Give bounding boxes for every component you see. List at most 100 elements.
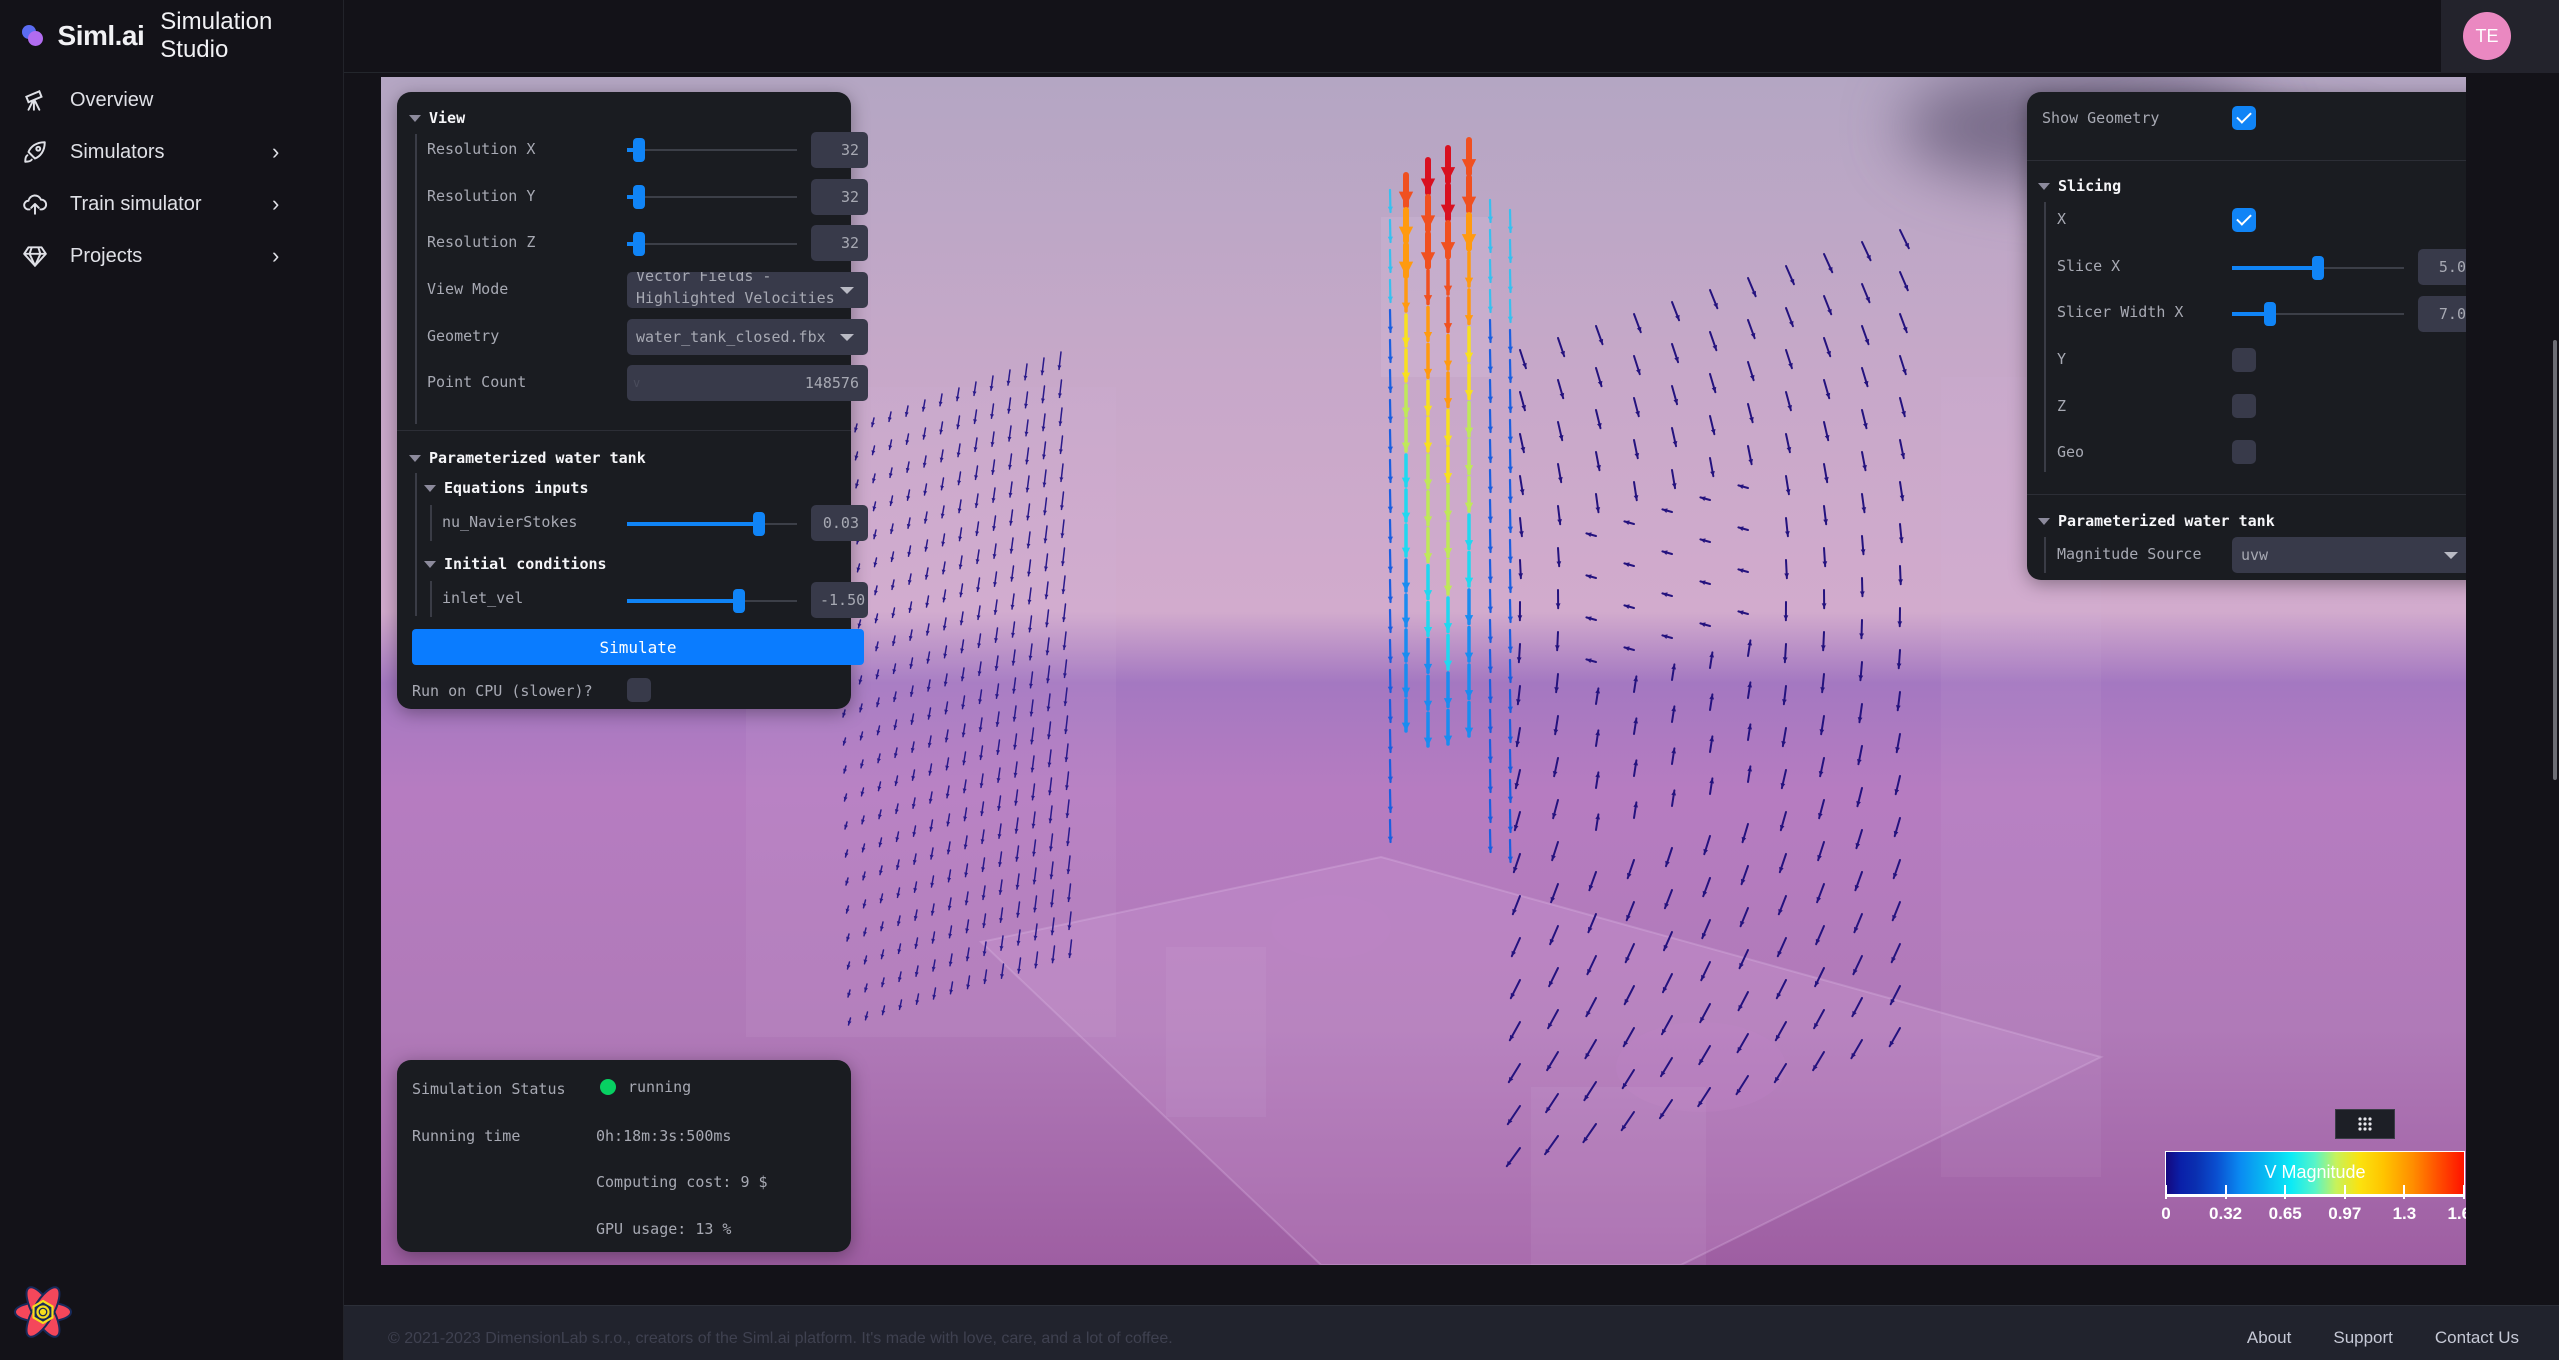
colorbar-tick-label: 0.97 (2328, 1204, 2362, 1223)
velocity-arrowhead (1507, 856, 1514, 862)
grid-dots-icon (2358, 1117, 2372, 1131)
resolution-z-input[interactable]: 32 (811, 225, 868, 261)
colorbar-tick-label: 1.63 (2447, 1204, 2466, 1223)
resolution-y-slider[interactable] (627, 185, 797, 209)
slider-handle[interactable] (753, 512, 765, 536)
sidebar-item-train-simulator[interactable]: Train simulator › (0, 178, 344, 230)
avatar[interactable]: TE (2463, 12, 2511, 60)
velocity-arrowhead (1892, 872, 1898, 879)
subsection-guide-line (430, 505, 432, 541)
slice-y-checkbox[interactable] (2232, 348, 2256, 372)
slider-handle[interactable] (733, 589, 745, 613)
brand[interactable]: Siml.ai Simulation Studio (22, 8, 343, 63)
velocity-arrowhead (1487, 576, 1494, 582)
velocity-arrowhead (1507, 586, 1514, 592)
velocity-arrowhead (1464, 465, 1474, 474)
section-param-header[interactable]: Parameterized water tank (2038, 512, 2275, 530)
slider-handle[interactable] (633, 185, 645, 209)
velocity-arrowhead (1464, 540, 1474, 549)
slider-handle[interactable] (2264, 302, 2276, 326)
velocity-arrowhead (1560, 350, 1565, 357)
resolution-y-input[interactable]: 32 (811, 179, 868, 215)
velocity-arrowhead (1898, 579, 1903, 585)
velocity-arrowhead (1487, 486, 1494, 492)
slice-x-input[interactable]: 5.0 (2418, 249, 2466, 285)
cloud-upload-icon (20, 189, 50, 219)
section-guide-line (415, 134, 417, 424)
running-time-label: Running time (412, 1127, 521, 1145)
velocity-arrowhead (1423, 405, 1433, 415)
section-slicing-header[interactable]: Slicing (2038, 177, 2121, 195)
velocity-arrowhead (1507, 736, 1514, 742)
react-logo-icon[interactable] (12, 1285, 74, 1339)
slider-handle[interactable] (633, 232, 645, 256)
velocity-arrowhead (1387, 776, 1394, 782)
velocity-arrowhead (1858, 675, 1864, 681)
resolution-x-slider[interactable] (627, 138, 797, 162)
velocity-arrowhead (1507, 706, 1514, 712)
magnitude-source-label: Magnitude Source (2057, 545, 2202, 563)
slice-x-slider[interactable] (2232, 256, 2404, 280)
nu-navierstokes-input[interactable]: 0.03 (811, 505, 868, 541)
inlet-vel-slider[interactable] (627, 589, 797, 613)
status-dot-icon (600, 1079, 616, 1095)
velocity-arrowhead (1626, 872, 1632, 879)
resolution-z-slider[interactable] (627, 232, 797, 256)
show-geometry-checkbox[interactable] (2232, 106, 2256, 130)
slice-z-checkbox[interactable] (2232, 394, 2256, 418)
user-menu[interactable]: TE (2441, 0, 2559, 73)
dropdown-caret-icon (2444, 552, 2458, 559)
sidebar-item-projects[interactable]: Projects › (0, 230, 344, 282)
sidebar-item-overview[interactable]: Overview (0, 74, 344, 126)
page-scrollbar[interactable] (2553, 340, 2557, 780)
legend-toggle-button[interactable] (2335, 1109, 2395, 1139)
velocity-arrowhead (1443, 510, 1453, 519)
simulation-viewport[interactable]: View Resolution X 32 Resolution Y 32 Res… (381, 77, 2466, 1265)
view-mode-label: View Mode (427, 280, 509, 298)
velocity-arrowhead (1461, 196, 1477, 211)
inlet-column (1381, 217, 1491, 377)
inlet-vel-input[interactable]: -1.50 (811, 582, 868, 618)
siml-logo-icon (22, 25, 44, 47)
velocity-arrowhead (1898, 537, 1904, 543)
velocity-arrowhead (1897, 621, 1903, 627)
section-view-header[interactable]: View (409, 109, 465, 127)
velocity-arrowhead (1387, 596, 1394, 602)
section-guide-line (2044, 202, 2046, 472)
velocity-arrowhead (1507, 766, 1514, 772)
slice-x-checkbox[interactable] (2232, 208, 2256, 232)
slice-x-label: Slice X (2057, 257, 2121, 275)
slider-handle[interactable] (633, 138, 645, 162)
velocity-arrowhead (1487, 636, 1494, 642)
slider-handle[interactable] (2312, 256, 2324, 280)
velocity-arrowhead (1822, 561, 1828, 567)
velocity-arrowhead (1423, 516, 1433, 525)
footer-link-support[interactable]: Support (2333, 1328, 2393, 1348)
slicer-width-x-slider[interactable] (2232, 302, 2404, 326)
nu-navierstokes-slider[interactable] (627, 512, 797, 536)
view-mode-select[interactable]: Vector Fields - Highlighted Velocities (627, 272, 868, 308)
subsection-initial-header[interactable]: Initial conditions (424, 555, 607, 573)
simulate-button[interactable]: Simulate (412, 629, 864, 665)
nu-navierstokes-label: nu_NavierStokes (442, 513, 578, 531)
subsection-equations-header[interactable]: Equations inputs (424, 479, 589, 497)
magnitude-source-select[interactable]: uvw (2232, 537, 2466, 573)
slice-geo-checkbox[interactable] (2232, 440, 2256, 464)
point-count-field: v 148576 (627, 365, 868, 401)
run-on-cpu-checkbox[interactable] (627, 678, 651, 702)
geometry-select[interactable]: water_tank_closed.fbx (627, 319, 868, 355)
collapse-triangle-icon (409, 454, 421, 462)
footer-link-contact[interactable]: Contact Us (2435, 1328, 2519, 1348)
copyright-text: © 2021-2023 DimensionLab s.r.o., creator… (388, 1330, 1173, 1347)
footer-links: About Support Contact Us (2205, 1328, 2519, 1348)
section-param-header[interactable]: Parameterized water tank (409, 449, 646, 467)
resolution-x-input[interactable]: 32 (811, 132, 868, 168)
velocity-arrowhead (1487, 846, 1494, 852)
footer-link-about[interactable]: About (2247, 1328, 2291, 1348)
select-value: water_tank_closed.fbx (636, 328, 826, 346)
sidebar-item-simulators[interactable]: Simulators › (0, 126, 344, 178)
slicer-width-x-input[interactable]: 7.0 (2418, 296, 2466, 332)
colorbar-tick-label: 1.3 (2392, 1204, 2417, 1223)
velocity-arrowhead (1440, 204, 1456, 219)
velocity-arrowhead (1507, 616, 1514, 622)
